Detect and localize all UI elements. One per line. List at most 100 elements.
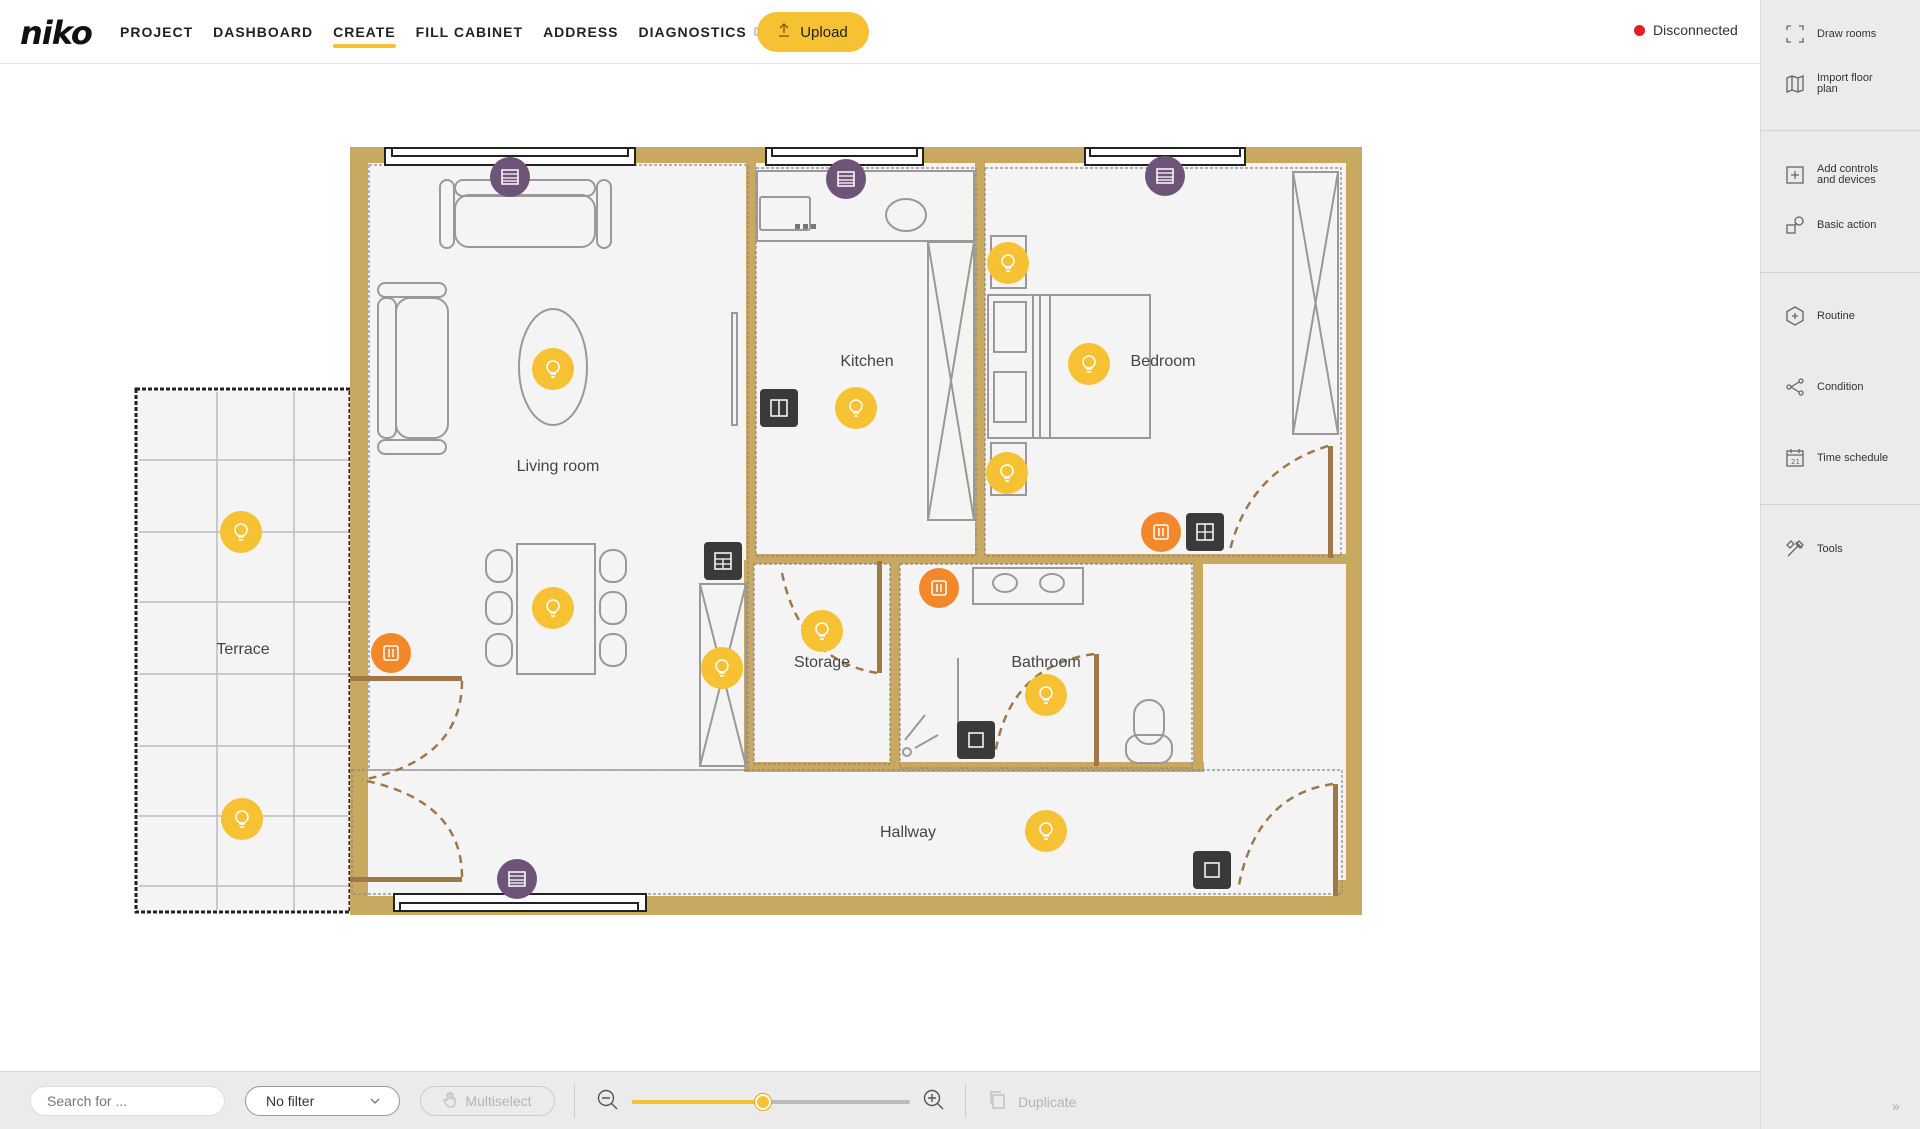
routine-icon [1785,306,1805,326]
double-switch-icon[interactable] [760,389,798,427]
light-bulb-icon[interactable] [835,387,877,429]
light-bulb-icon[interactable] [532,348,574,390]
hand-pointer-icon [443,1091,457,1111]
light-bulb-icon[interactable] [1025,810,1067,852]
duplicate-button[interactable]: Duplicate [988,1090,1076,1113]
shutter-icon[interactable] [1145,156,1185,196]
zoom-slider-thumb[interactable] [754,1094,771,1110]
light-bulb-icon[interactable] [220,511,262,553]
single-switch-icon[interactable] [957,721,995,759]
light-bulb-icon[interactable] [801,610,843,652]
sidebar-item-label: Basic action [1817,218,1877,231]
sidebar-item-draw-rooms[interactable]: Draw rooms [1785,24,1891,44]
toolbar-divider [574,1084,575,1118]
room-label-kitchen[interactable]: Kitchen [840,353,893,371]
sidebar-item-label: Add controls and devices [1817,163,1879,186]
light-bulb-icon[interactable] [1068,343,1110,385]
svg-text:21: 21 [1791,458,1800,466]
zoom-out-icon[interactable] [596,1088,620,1117]
nav-project[interactable]: PROJECT [120,0,193,64]
sidebar-item-label: Routine [1817,309,1855,322]
sidebar-item-label: Condition [1817,380,1864,393]
nav-fill-cabinet-label: FILL CABINET [415,24,524,40]
basic-action-icon [1785,215,1805,235]
status-label: Disconnected [1653,22,1738,38]
sidebar-item-routine[interactable]: Routine [1785,306,1891,326]
nav-dashboard[interactable]: DASHBOARD [213,0,313,64]
quad-switch-icon[interactable] [1186,513,1224,551]
sidebar-item-label: Import floor plan [1817,72,1873,95]
nav-fill-cabinet[interactable]: FILL CABINET [416,0,523,64]
sidebar-divider [1761,504,1920,505]
collapse-sidebar-icon[interactable]: » [1892,1098,1900,1114]
niko-logo[interactable]: niko [20,14,93,52]
nav-diagnostics-label: DIAGNOSTICS [638,24,747,40]
zoom-in-icon[interactable] [922,1088,946,1117]
filter-value: No filter [266,1093,315,1109]
room-label-living-room[interactable]: Living room [517,458,600,476]
add-device-icon [1785,165,1805,185]
nav-dashboard-label: DASHBOARD [213,24,314,40]
multiselect-button[interactable]: Multiselect [420,1086,555,1116]
multi-switch-icon[interactable] [704,542,742,580]
map-icon [1785,74,1805,94]
sidebar-item-condition[interactable]: Condition [1785,377,1891,397]
upload-button[interactable]: Upload [757,12,869,52]
search-input[interactable] [30,1086,225,1116]
single-switch-icon[interactable] [1193,851,1231,889]
sidebar-item-label: Time schedule [1817,451,1889,464]
zoom-slider-fill [632,1100,763,1104]
toolbar-divider [965,1084,966,1118]
sidebar-item-label: Tools [1817,542,1843,555]
sidebar-item-tools[interactable]: Tools [1785,539,1891,559]
upload-label: Upload [800,23,848,41]
nav-create[interactable]: CREATE [333,0,396,64]
shutter-icon[interactable] [497,859,537,899]
bottom-toolbar: No filter Multiselect Duplicate [0,1071,1760,1129]
chevron-down-icon [369,1095,381,1110]
room-label-bedroom[interactable]: Bedroom [1131,353,1196,371]
top-navigation-bar: niko PROJECT DASHBOARD CREATE FILL CABIN… [0,0,1760,64]
floorplan-canvas[interactable]: Living room Kitchen Bedroom Terrace Stor… [0,65,1760,1071]
light-bulb-icon[interactable] [532,587,574,629]
light-bulb-icon[interactable] [701,647,743,689]
sidebar-divider [1761,130,1920,131]
shutter-icon[interactable] [490,157,530,197]
room-label-terrace[interactable]: Terrace [216,641,269,659]
condition-icon [1785,377,1805,397]
sidebar-item-label: Draw rooms [1817,27,1877,40]
socket-icon[interactable] [1141,512,1181,552]
light-bulb-icon[interactable] [986,452,1028,494]
nav-project-label: PROJECT [120,24,194,40]
sidebar-item-import-floor-plan[interactable]: Import floor plan [1785,73,1891,95]
room-label-storage[interactable]: Storage [794,654,850,672]
status-dot [1634,24,1645,36]
draw-rooms-icon [1785,24,1805,44]
nav-create-label: CREATE [333,24,396,40]
tools-icon [1785,539,1805,559]
duplicate-label: Duplicate [1018,1093,1077,1110]
copy-icon [988,1090,1006,1113]
zoom-slider[interactable] [632,1094,910,1110]
nav-address[interactable]: ADDRESS [543,0,618,64]
nav-address-label: ADDRESS [543,24,619,40]
nav-diagnostics[interactable]: DIAGNOSTICS [639,0,765,64]
sidebar-item-basic-action[interactable]: Basic action [1785,215,1891,235]
connection-status: Disconnected [1634,22,1738,38]
stove-knobs [795,224,816,229]
light-bulb-icon[interactable] [987,242,1029,284]
floorplan-drawing [134,147,1362,915]
socket-icon[interactable] [371,633,411,673]
sidebar-item-add-controls[interactable]: Add controls and devices [1785,164,1891,186]
light-bulb-icon[interactable] [1025,674,1067,716]
room-label-bathroom[interactable]: Bathroom [1011,654,1080,672]
room-label-hallway[interactable]: Hallway [880,824,936,842]
sidebar-divider [1761,272,1920,273]
multiselect-label: Multiselect [465,1093,532,1109]
light-bulb-icon[interactable] [221,798,263,840]
sidebar-item-time-schedule[interactable]: 21 Time schedule [1785,448,1891,468]
socket-icon[interactable] [919,568,959,608]
shutter-icon[interactable] [826,159,866,199]
upload-icon [778,23,790,41]
filter-dropdown[interactable]: No filter [245,1086,400,1116]
